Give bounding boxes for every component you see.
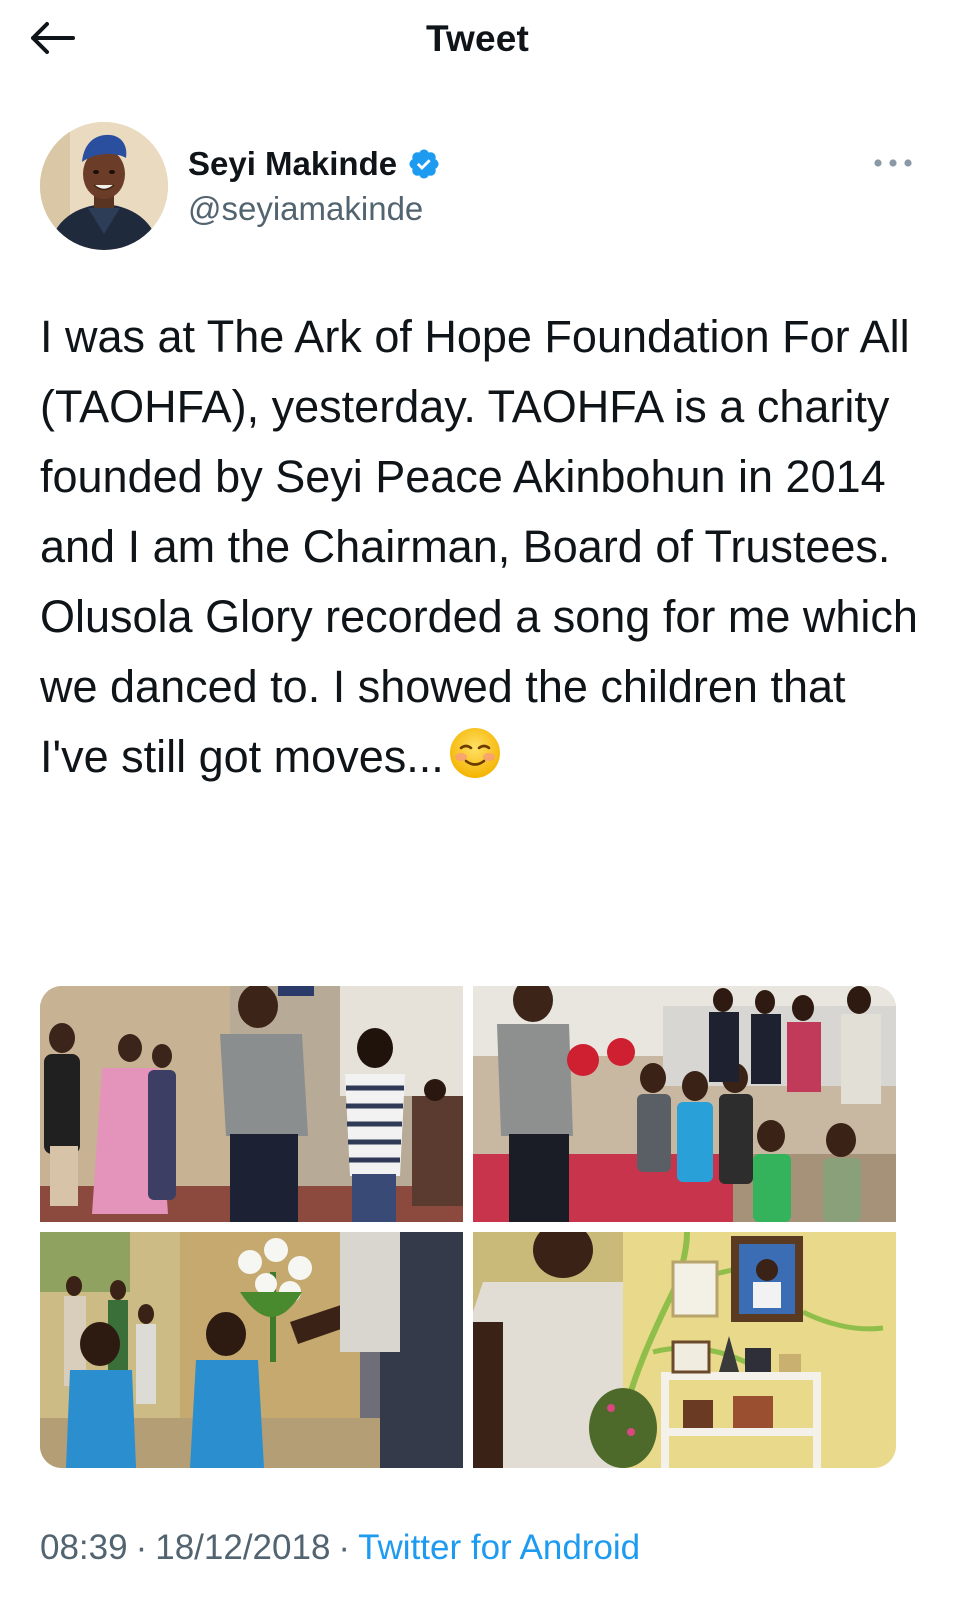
photo-trophy-shelf[interactable] xyxy=(473,1232,896,1468)
tweet-source-link[interactable]: Twitter for Android xyxy=(358,1528,640,1567)
tweet-author: Seyi Makinde @seyiamakinde xyxy=(40,122,915,252)
media-grid xyxy=(40,986,896,1468)
top-bar: Tweet xyxy=(0,0,955,82)
tweet-time: 08:39 xyxy=(40,1528,128,1567)
avatar[interactable] xyxy=(40,122,168,250)
photo-child-flowers[interactable] xyxy=(40,1232,463,1468)
smiling-face-emoji xyxy=(448,726,502,780)
page-title: Tweet xyxy=(425,18,530,59)
author-handle[interactable]: @seyiamakinde xyxy=(188,190,423,228)
tweet-date: 18/12/2018 xyxy=(155,1528,331,1567)
photo-children-greeting[interactable] xyxy=(40,986,463,1222)
tweet-text: I was at The Ark of Hope Foundation For … xyxy=(40,302,920,792)
tweet-meta: 08:39 · 18/12/2018 · Twitter for Android xyxy=(40,1528,640,1568)
author-name[interactable]: Seyi Makinde xyxy=(188,145,397,183)
more-options-button[interactable] xyxy=(871,150,915,178)
verified-badge-icon xyxy=(407,147,441,181)
meta-separator: · xyxy=(338,1528,351,1567)
more-horizontal-icon xyxy=(873,155,913,173)
meta-separator: · xyxy=(135,1528,148,1567)
author-name-row: Seyi Makinde xyxy=(188,142,441,186)
photo-children-dancing[interactable] xyxy=(473,986,896,1222)
tweet-body: I was at The Ark of Hope Foundation For … xyxy=(40,311,931,782)
